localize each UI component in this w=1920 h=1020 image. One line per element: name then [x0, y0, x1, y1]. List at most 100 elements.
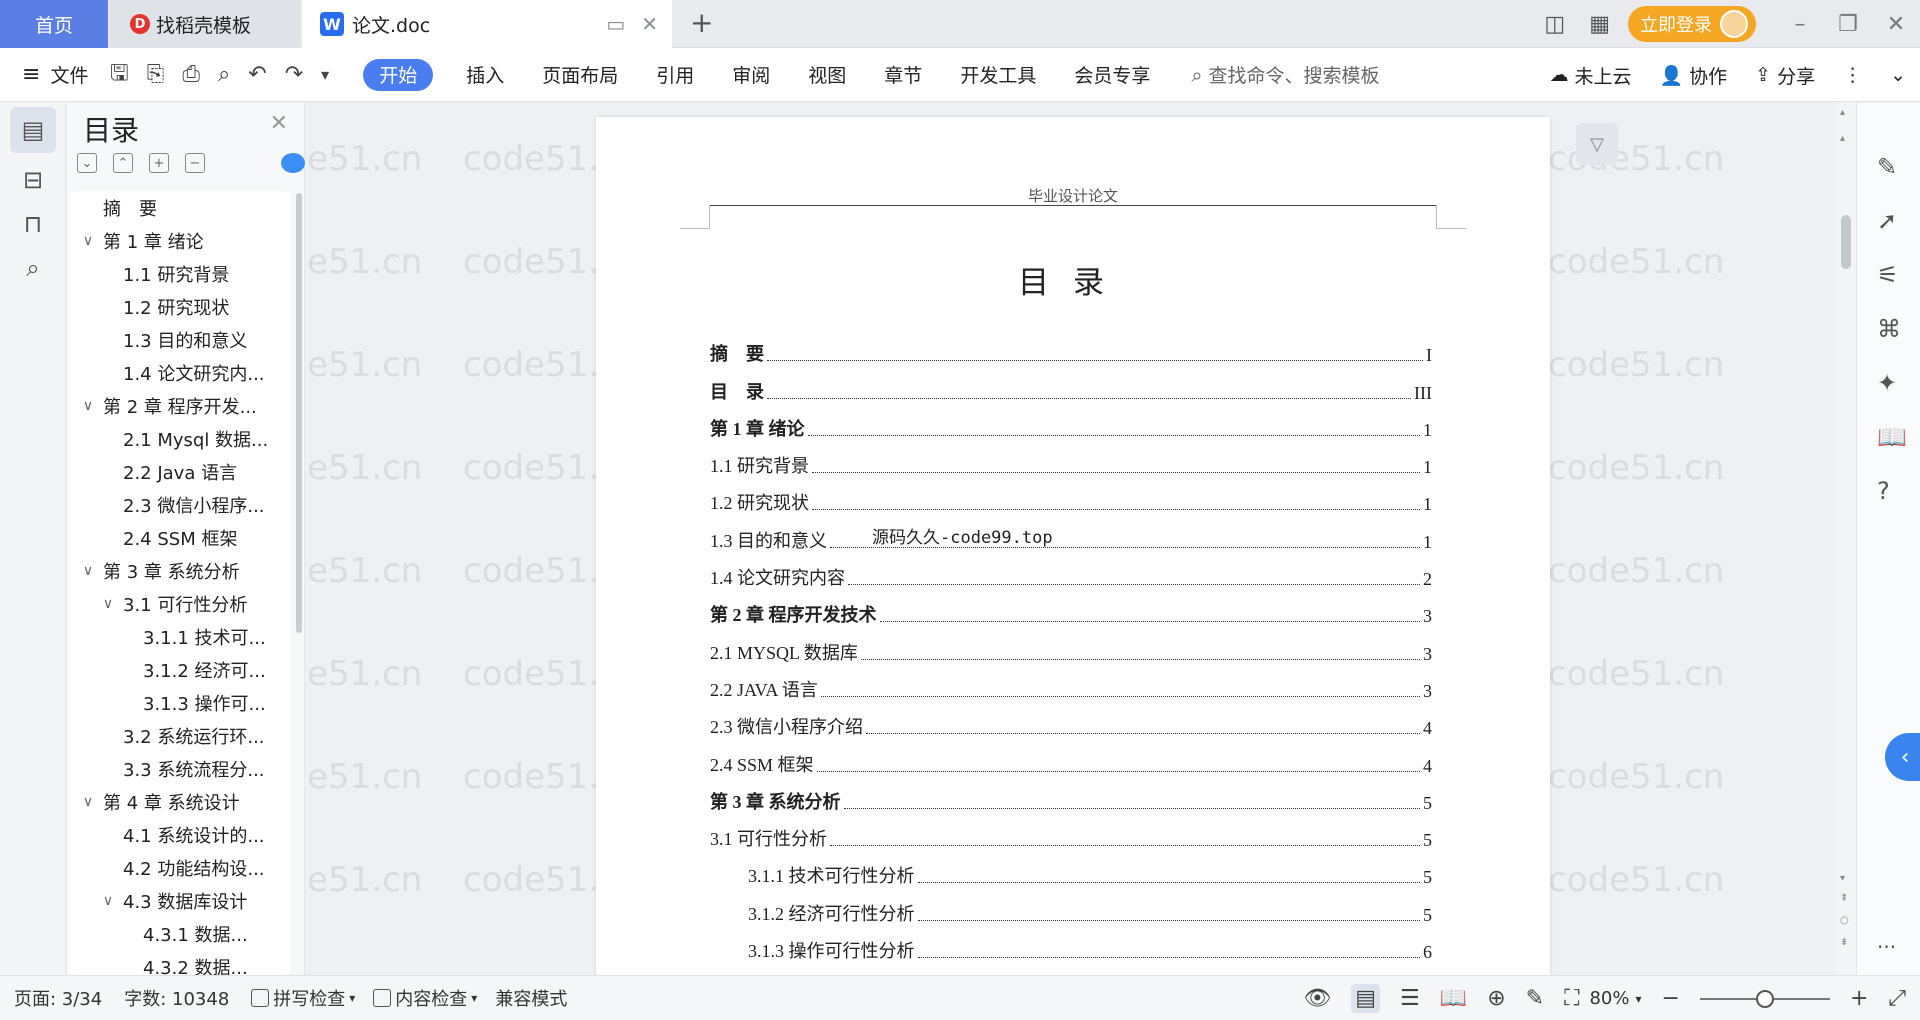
scroll-up-icon[interactable]: ▴	[1840, 133, 1845, 144]
toc-entry[interactable]: 1.3 目的和意义 1	[710, 521, 1432, 558]
toc-nav-item[interactable]: 2.4 SSM 框架	[69, 521, 291, 554]
ribbon-tab[interactable]: 插入	[447, 61, 523, 88]
chevron-down-icon[interactable]: ∨	[79, 794, 97, 810]
restore-button[interactable]: ❐	[1824, 12, 1872, 37]
pen-icon[interactable]: ✎	[1877, 153, 1897, 181]
toc-nav-item[interactable]: 2.3 微信小程序...	[69, 488, 291, 521]
chevron-down-icon[interactable]: ∨	[79, 398, 97, 414]
toc-entry[interactable]: 3.1 可行性分析 5	[710, 820, 1432, 857]
toc-nav-item[interactable]: 3.3 系统流程分...	[69, 752, 291, 785]
toc-nav-item[interactable]: ∨ 第 1 章 绪论	[69, 224, 291, 257]
toc-nav-item[interactable]: ∨ 4.3 数据库设计	[69, 884, 291, 917]
ai-tool-icon[interactable]: ✦	[1877, 369, 1897, 397]
toc-nav-item[interactable]: 1.2 研究现状	[69, 290, 291, 323]
toc-nav-item[interactable]: ∨ 第 2 章 程序开发...	[69, 389, 291, 422]
write-mode-icon[interactable]: ✎	[1526, 986, 1544, 1011]
toc-entry[interactable]: 2.1 MYSQL 数据库 3	[710, 633, 1432, 670]
tab-templates[interactable]: D 找稻壳模板	[110, 0, 300, 48]
eye-protection-icon[interactable]: 👁	[1303, 986, 1331, 1011]
sliders-icon[interactable]: ⚟	[1877, 261, 1899, 289]
zoom-out-icon[interactable]: −	[1662, 986, 1680, 1011]
word-count[interactable]: 字数: 10348	[124, 985, 229, 1011]
share-button[interactable]: ⇪ 分享	[1755, 62, 1815, 89]
toc-entry[interactable]: 第 3 章 系统分析 5	[710, 783, 1432, 820]
toc-entry[interactable]: 3.1.2 经济可行性分析 5	[710, 894, 1432, 931]
toc-entry[interactable]: 2.3 微信小程序介绍 4	[710, 708, 1432, 745]
print-preview-icon[interactable]: ⌕	[218, 62, 230, 87]
close-icon[interactable]: ✕	[270, 111, 288, 136]
toc-nav-item[interactable]: 3.1.3 操作可...	[69, 686, 291, 719]
toc-entry[interactable]: 第 2 章 程序开发技术 3	[710, 596, 1432, 633]
toc-entry[interactable]: 3.1.3 操作可行性分析 6	[710, 932, 1432, 969]
toc-entry[interactable]: 1.2 研究现状 1	[710, 484, 1432, 521]
ai-assistant-icon[interactable]	[281, 153, 305, 173]
print-icon[interactable]: ⎙	[182, 62, 200, 87]
web-view-icon[interactable]: ⊕	[1487, 986, 1505, 1011]
ribbon-tab[interactable]: 引用	[637, 61, 713, 88]
ribbon-tab[interactable]: 会员专享	[1055, 61, 1169, 88]
chevron-down-icon[interactable]: ∨	[79, 563, 97, 579]
save-icon[interactable]: 🖫	[110, 56, 129, 94]
page-options-icon[interactable]: ▽	[1576, 123, 1618, 165]
vertical-scrollbar[interactable]: ▴ ▴ ▾ ⇞ ○ ⇟	[1836, 103, 1856, 975]
collab-button[interactable]: 👤 协作	[1659, 62, 1727, 89]
page-dot-icon[interactable]: ○	[1840, 915, 1849, 926]
customize-chevron-icon[interactable]: ▾	[321, 65, 329, 84]
toc-nav-item[interactable]: 4.2 功能结构设...	[69, 851, 291, 884]
ribbon-tab[interactable]: 开发工具	[941, 61, 1055, 88]
tab-document[interactable]: W 论文.doc ▭ ✕	[302, 0, 672, 48]
remove-heading-icon[interactable]: −	[185, 153, 205, 173]
zoom-slider-knob[interactable]	[1755, 989, 1774, 1008]
toc-entry[interactable]: 摘 要I	[710, 335, 1432, 372]
prev-page-icon[interactable]: ⇞	[1840, 893, 1848, 904]
close-tab-icon[interactable]: ✕	[641, 12, 658, 36]
spell-check-button[interactable]: 拼写检查 ▾	[251, 985, 355, 1011]
redo-icon[interactable]: ↷	[285, 62, 303, 87]
fit-page-icon[interactable]: ⛶	[1564, 986, 1579, 1011]
toc-nav-item[interactable]: 3.1.1 技术可...	[69, 620, 291, 653]
grid-apps-icon[interactable]: ▦	[1589, 12, 1610, 37]
tab-home[interactable]: 首页	[0, 0, 108, 48]
monitor-icon[interactable]: ▭	[606, 12, 625, 36]
collapse-all-icon[interactable]: ⌃	[113, 153, 133, 173]
toc-nav-item[interactable]: ∨ 3.1 可行性分析	[69, 587, 291, 620]
reading-view-icon[interactable]: 📖	[1440, 986, 1467, 1011]
chevron-down-icon[interactable]: ∨	[99, 893, 117, 909]
expand-all-icon[interactable]: ⌄	[77, 153, 97, 173]
toc-entry[interactable]: 3.1.1 技术可行性分析 5	[710, 857, 1432, 894]
chapter-nav-icon[interactable]: ⊟	[10, 157, 56, 203]
toc-nav-item[interactable]: 4.1 系统设计的...	[69, 818, 291, 851]
ribbon-tab[interactable]: 页面布局	[523, 61, 637, 88]
find-icon[interactable]: ⌕	[10, 245, 56, 291]
toc-nav-item[interactable]: 1.4 论文研究内...	[69, 356, 291, 389]
toc-entry[interactable]: 1.1 研究背景 1	[710, 447, 1432, 484]
read-mode-icon[interactable]: 📖	[1877, 423, 1907, 451]
help-icon[interactable]: ?	[1877, 477, 1890, 505]
zoom-in-icon[interactable]: +	[1850, 986, 1868, 1011]
cursor-icon[interactable]: ➚	[1877, 207, 1897, 235]
undo-icon[interactable]: ↶	[248, 62, 266, 87]
ribbon-tab[interactable]: 视图	[789, 61, 865, 88]
file-menu-button[interactable]: ≡ 文件	[0, 61, 110, 88]
toc-nav-item[interactable]: 摘 要	[69, 191, 291, 224]
toc-scrollbar[interactable]	[296, 193, 302, 633]
toc-nav-item[interactable]: 4.3.1 数据...	[69, 917, 291, 950]
more-icon[interactable]: ···	[1877, 935, 1896, 959]
zoom-level[interactable]: 80%	[1589, 988, 1629, 1009]
toc-entry[interactable]: 1.4 论文研究内容 2	[710, 559, 1432, 596]
toc-nav-item[interactable]: ∨ 第 4 章 系统设计	[69, 785, 291, 818]
next-page-icon[interactable]: ⇟	[1840, 937, 1848, 948]
layout-icon[interactable]: ◫	[1544, 12, 1565, 37]
toc-nav-item[interactable]: 2.2 Java 语言	[69, 455, 291, 488]
chevron-down-icon[interactable]: ∨	[79, 233, 97, 249]
scroll-top-icon[interactable]: ▴	[1840, 107, 1845, 118]
sticker-icon[interactable]: ⌘	[1877, 315, 1901, 343]
more-menu-button[interactable]: ⋮	[1843, 64, 1862, 86]
export-pdf-icon[interactable]: ⎘	[147, 62, 165, 87]
cloud-status-button[interactable]: ☁ 未上云	[1549, 62, 1631, 89]
toc-panel-icon[interactable]: ▤	[10, 107, 56, 153]
toc-nav-item[interactable]: 1.3 目的和意义	[69, 323, 291, 356]
scrollbar-thumb[interactable]	[1841, 215, 1851, 269]
toc-nav-item[interactable]: 3.1.2 经济可...	[69, 653, 291, 686]
toc-entry[interactable]: 2.2 JAVA 语言 3	[710, 671, 1432, 708]
